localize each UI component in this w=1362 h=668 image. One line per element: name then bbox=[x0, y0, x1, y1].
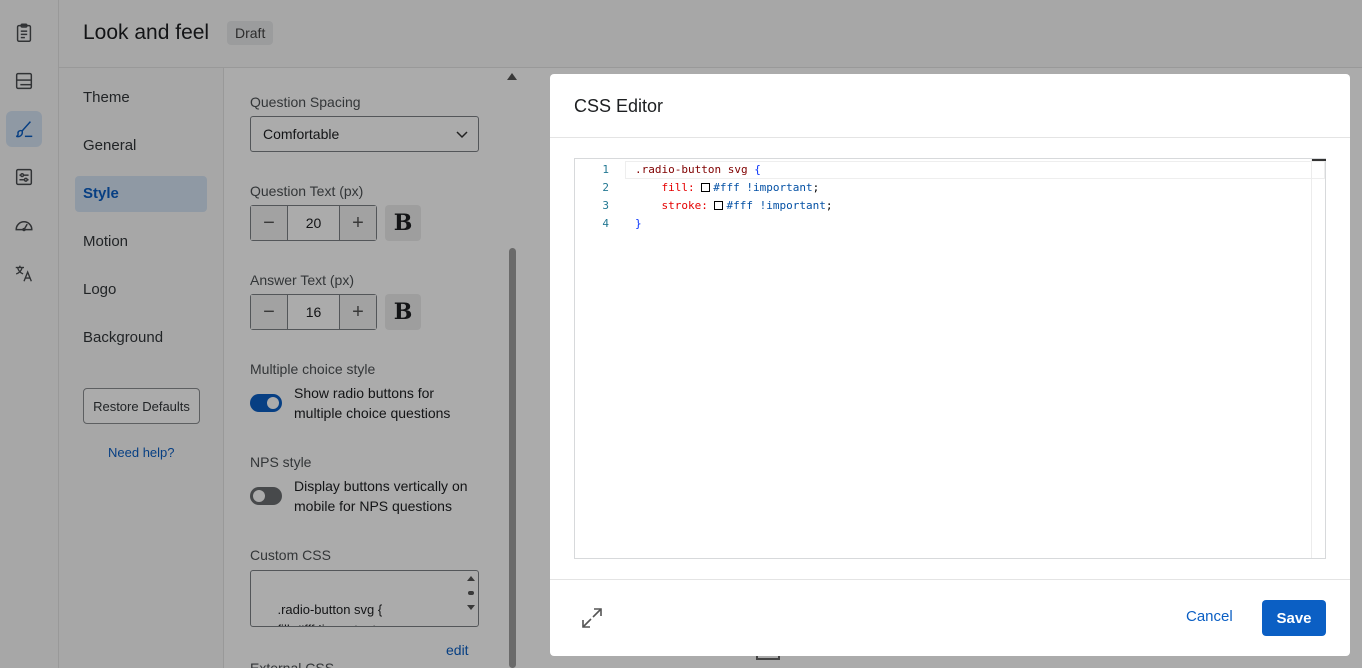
dialog-footer: Cancel Save bbox=[550, 579, 1350, 656]
code-line: 2 fill: #fff !important; bbox=[575, 179, 1311, 197]
code-line: 3 stroke: #fff !important; bbox=[575, 197, 1311, 215]
line-number: 2 bbox=[602, 181, 609, 194]
css-brace: { bbox=[747, 163, 761, 176]
css-semicolon: ; bbox=[812, 181, 820, 194]
line-number: 4 bbox=[602, 217, 609, 230]
code-editor[interactable]: 1 .radio-button svg { 2 fill: #fff !impo… bbox=[574, 158, 1326, 559]
css-value: #fff !important bbox=[726, 199, 826, 212]
background-element bbox=[756, 656, 780, 660]
css-selector: .radio-button svg bbox=[635, 163, 748, 176]
css-editor-dialog: CSS Editor 1 .radio-button svg { 2 fill:… bbox=[550, 74, 1350, 656]
line-number: 3 bbox=[602, 199, 609, 212]
expand-icon[interactable] bbox=[580, 606, 604, 630]
color-swatch-icon[interactable] bbox=[714, 201, 724, 210]
save-button[interactable]: Save bbox=[1262, 600, 1326, 636]
code-line: 4 } bbox=[575, 215, 1311, 233]
css-semicolon: ; bbox=[825, 199, 833, 212]
dialog-title: CSS Editor bbox=[550, 74, 1350, 138]
css-brace: } bbox=[635, 217, 642, 230]
css-property: fill: bbox=[661, 181, 695, 194]
css-value: #fff !important bbox=[713, 181, 813, 194]
scroll-position-marker bbox=[1312, 159, 1326, 161]
color-swatch-icon[interactable] bbox=[701, 183, 711, 192]
line-number: 1 bbox=[602, 163, 609, 176]
code-line: 1 .radio-button svg { bbox=[575, 161, 1311, 179]
cancel-button[interactable]: Cancel bbox=[1186, 608, 1233, 625]
editor-scrollbar[interactable] bbox=[1311, 159, 1326, 558]
css-property: stroke: bbox=[661, 199, 708, 212]
